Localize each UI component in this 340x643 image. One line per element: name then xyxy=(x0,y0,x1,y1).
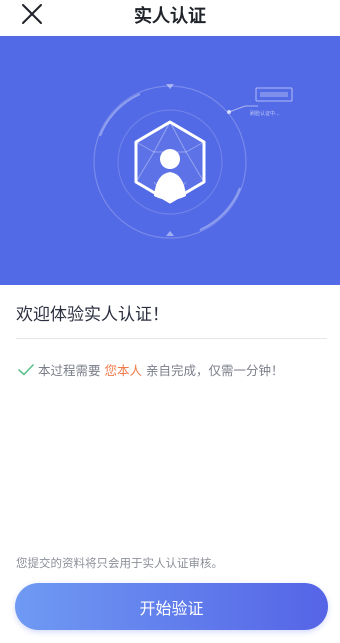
hero-small-label: 刷脸认证中... xyxy=(250,110,280,117)
welcome-heading: 欢迎体验实人认证！ xyxy=(16,305,169,325)
note-highlight: 您本人 xyxy=(104,363,143,378)
note-prefix: 本过程需要 xyxy=(38,363,101,378)
start-verification-button[interactable]: 开始验证 xyxy=(15,583,328,630)
check-icon xyxy=(18,363,34,376)
hero-banner: 刷脸认证中... xyxy=(0,36,340,285)
privacy-notice: 您提交的资料将只会用于实人认证审核。 xyxy=(16,556,223,570)
top-nav-bar: 实人认证 xyxy=(0,0,340,36)
user-identity-hexagon-icon: 刷脸认证中... xyxy=(93,84,293,239)
note-suffix: 亲自完成，仅需一分钟！ xyxy=(146,363,284,378)
completion-note: 本过程需要 您本人 亲自完成，仅需一分钟！ xyxy=(18,360,284,379)
divider xyxy=(16,338,327,339)
page-title: 实人认证 xyxy=(134,6,206,27)
